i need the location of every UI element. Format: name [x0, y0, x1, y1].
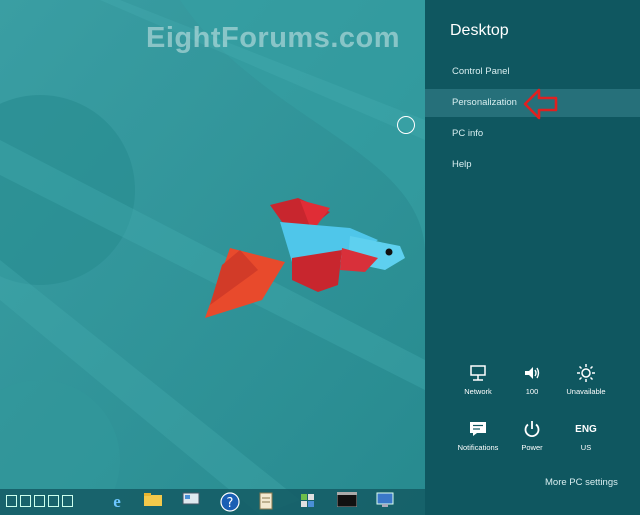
- command-prompt-icon[interactable]: [337, 492, 359, 512]
- control-panel-icon[interactable]: [182, 492, 204, 512]
- menu-item-pc-info[interactable]: PC info: [425, 120, 640, 148]
- network-icon: [450, 362, 506, 384]
- volume-label: 100: [525, 387, 539, 396]
- settings-charm-panel: Desktop Control Panel Personalization PC…: [425, 0, 640, 515]
- power-icon: [504, 418, 560, 440]
- tray-icon-4[interactable]: [48, 495, 59, 507]
- notepad-icon[interactable]: [259, 492, 281, 512]
- menu-item-control-panel[interactable]: Control Panel: [425, 58, 640, 86]
- tray-icon-3[interactable]: [34, 495, 45, 507]
- quick-setting-volume[interactable]: 100: [504, 362, 560, 396]
- quick-setting-keyboard-language[interactable]: ENG US: [558, 418, 614, 453]
- solitaire-icon[interactable]: [299, 492, 321, 512]
- notifications-icon: [450, 418, 506, 440]
- file-explorer-icon[interactable]: [144, 492, 166, 512]
- taskbar[interactable]: e ?: [0, 489, 425, 515]
- internet-explorer-icon[interactable]: e: [106, 492, 128, 512]
- network-label: Network: [464, 387, 492, 396]
- red-arrow-annotation-icon: [523, 88, 558, 120]
- quick-setting-power[interactable]: Power: [504, 418, 560, 452]
- svg-text:?: ?: [227, 496, 234, 511]
- notifications-label: Notifications: [457, 443, 499, 452]
- help-icon[interactable]: ?: [220, 492, 242, 512]
- tray-icon-1[interactable]: [6, 495, 17, 507]
- quick-setting-notifications[interactable]: Notifications: [450, 418, 506, 452]
- panel-title: Desktop: [450, 22, 509, 39]
- quick-setting-brightness[interactable]: Unavailable: [558, 362, 614, 396]
- power-label: Power: [521, 443, 543, 452]
- desktop-wallpaper: EightForums.com e ?: [0, 0, 425, 515]
- volume-icon: [504, 362, 560, 384]
- keyboard-language-icon: ENG: [575, 423, 597, 435]
- quick-launch-tray: [6, 495, 73, 507]
- betta-fish-wallpaper: [0, 0, 425, 515]
- watermark-text: EightForums.com: [146, 22, 401, 54]
- quick-setting-network[interactable]: Network: [450, 362, 506, 396]
- brightness-icon: [558, 362, 614, 384]
- menu-item-help[interactable]: Help: [425, 151, 640, 179]
- mouse-cursor-indicator: [397, 116, 415, 134]
- keyboard-language-label: US: [580, 443, 592, 452]
- brightness-label: Unavailable: [566, 387, 606, 396]
- tray-icon-2[interactable]: [20, 495, 31, 507]
- remote-desktop-icon[interactable]: [376, 492, 398, 512]
- more-pc-settings-link[interactable]: More PC settings: [545, 477, 618, 488]
- tray-icon-5[interactable]: [62, 495, 73, 507]
